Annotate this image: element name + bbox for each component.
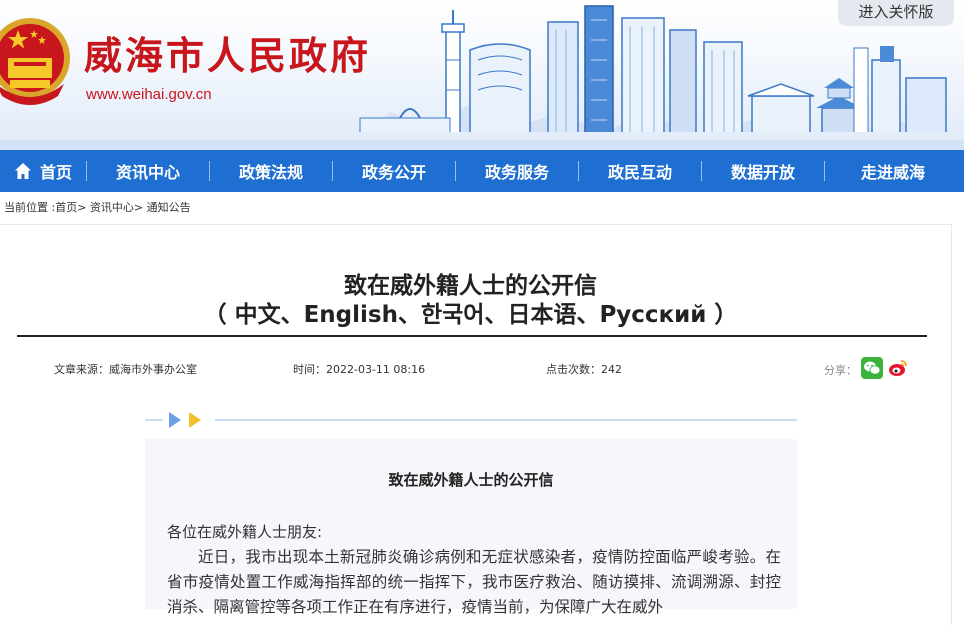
title-divider xyxy=(17,335,927,337)
nav-item-interaction[interactable]: 政民互动 xyxy=(579,150,701,192)
care-mode-button[interactable]: 进入关怀版 xyxy=(838,0,954,26)
nav-item-about-weihai[interactable]: 走进威海 xyxy=(825,150,961,192)
source-value: 威海市外事办公室 xyxy=(109,363,197,376)
article-source: 文章来源：威海市外事办公室 xyxy=(54,361,197,377)
views-label: 点击次数： xyxy=(546,363,601,376)
time-label: 时间： xyxy=(293,363,326,376)
decorative-divider xyxy=(145,412,797,428)
article-content: 致在威外籍人士的公开信 各位在威外籍人士朋友: 近日，我市出现本土新冠肺炎确诊病… xyxy=(145,439,797,616)
nav-item-news[interactable]: 资讯中心 xyxy=(87,150,209,192)
site-url[interactable]: www.weihai.gov.cn xyxy=(86,86,212,103)
nav-item-open-affairs[interactable]: 政务公开 xyxy=(333,150,455,192)
nav-item-services[interactable]: 政务服务 xyxy=(456,150,578,192)
source-label: 文章来源： xyxy=(54,363,109,376)
nav-label: 首页 xyxy=(39,163,72,182)
content-title: 致在威外籍人士的公开信 xyxy=(388,471,554,489)
nav-item-open-data[interactable]: 数据开放 xyxy=(702,150,824,192)
content-greeting: 各位在威外籍人士朋友: xyxy=(167,523,323,541)
nav-item-policy[interactable]: 政策法规 xyxy=(210,150,332,192)
article-time: 时间：2022-03-11 08:16 xyxy=(293,361,425,377)
article-views: 点击次数：242 xyxy=(546,361,622,377)
breadcrumb-news[interactable]: 资讯中心 xyxy=(90,201,134,214)
breadcrumb-prefix: 当前位置 : xyxy=(4,201,56,214)
share-label: 分享： xyxy=(824,364,857,377)
national-emblem-icon xyxy=(0,18,70,105)
views-value: 242 xyxy=(601,363,622,376)
home-icon xyxy=(14,163,31,179)
wechat-icon[interactable] xyxy=(861,357,883,379)
site-header: 威海市人民政府 www.weihai.gov.cn 进入关怀版 xyxy=(0,0,964,150)
time-value: 2022-03-11 08:16 xyxy=(326,363,426,376)
breadcrumb: 当前位置 :首页> 资讯中心> 通知公告 xyxy=(4,199,191,215)
breadcrumb-notices[interactable]: 通知公告 xyxy=(147,201,191,214)
article-subtitle: （ 中文、English、한국어、日本语、Русский ） xyxy=(203,302,738,328)
site-name: 威海市人民政府 xyxy=(84,34,372,78)
breadcrumb-separator: > xyxy=(133,201,144,214)
nav-item-home[interactable]: 首页 xyxy=(0,150,86,192)
content-paragraph: 近日，我市出现本土新冠肺炎确诊病例和无症状感染者，疫情防控面临严峻考验。在省市疫… xyxy=(167,548,781,616)
main-nav: 首页 资讯中心 政策法规 政务公开 政务服务 政民互动 数据开放 走进威海 xyxy=(0,150,964,192)
weibo-icon[interactable] xyxy=(887,357,909,379)
breadcrumb-home[interactable]: 首页 xyxy=(55,201,77,214)
